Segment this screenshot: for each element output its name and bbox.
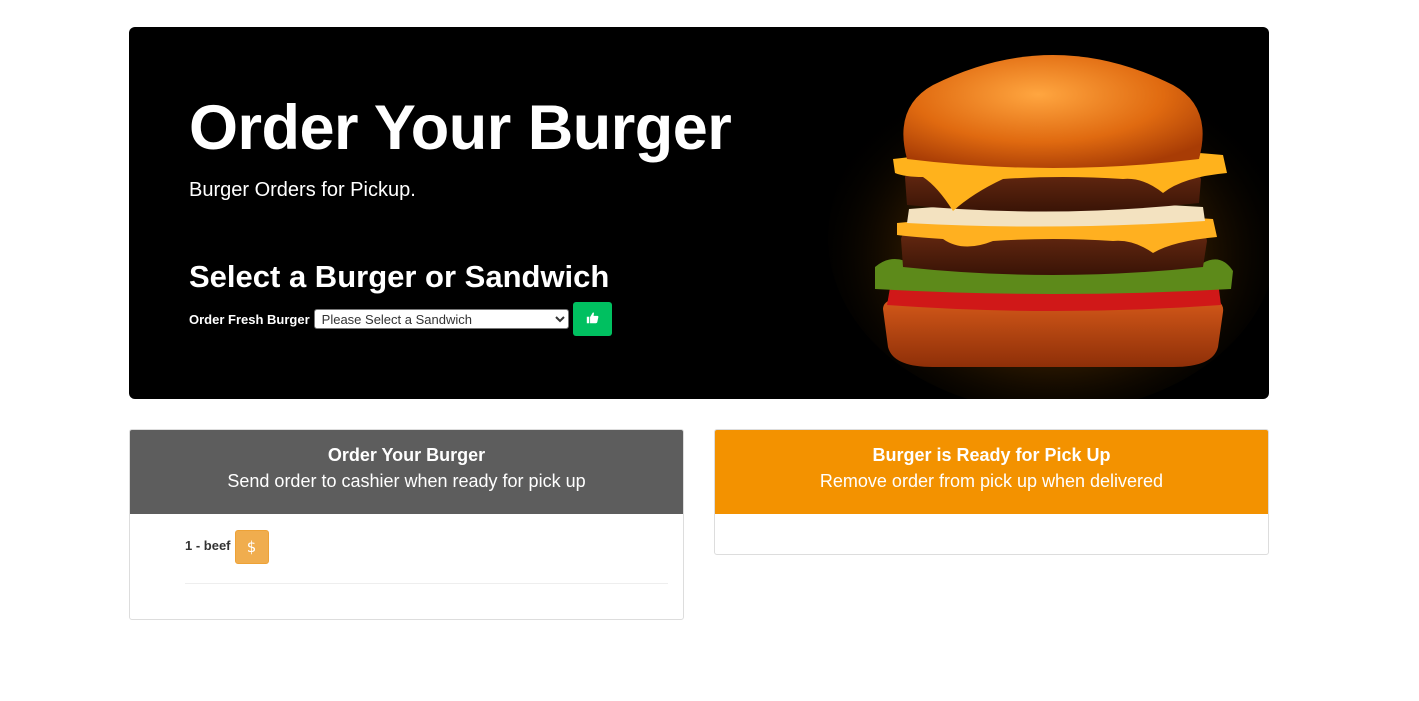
submit-order-button[interactable] <box>572 302 612 336</box>
burger-image <box>813 27 1269 399</box>
order-fresh-burger-label: Order Fresh Burger <box>189 311 310 327</box>
pay-order-button[interactable]: $ <box>234 530 269 564</box>
order-queue-description: Send order to cashier when ready for pic… <box>227 471 586 491</box>
ready-for-pickup-title: Burger is Ready for Pick Up <box>872 445 1111 465</box>
order-queue-title: Order Your Burger <box>327 445 486 465</box>
order-queue-panel: Order Your Burger Send order to cashier … <box>129 429 684 620</box>
thumbs-up-icon <box>586 311 599 327</box>
hero-jumbotron: Order Your Burger Burger Orders for Pick… <box>129 27 1269 399</box>
sandwich-select[interactable]: Please Select a Sandwich <box>313 309 569 329</box>
order-queue-header: Order Your Burger Send order to cashier … <box>130 430 683 514</box>
select-heading: Select a Burger or Sandwich <box>189 259 610 294</box>
ready-for-pickup-description: Remove order from pick up when delivered <box>819 471 1164 491</box>
list-item: 1 - beef $ <box>185 530 668 584</box>
dollar-icon: $ <box>246 538 257 556</box>
order-form: Order Fresh Burger Please Select a Sandw… <box>189 302 612 336</box>
page-title: Order Your Burger <box>189 93 732 163</box>
order-item-label: 1 - beef <box>185 538 231 553</box>
ready-for-pickup-header: Burger is Ready for Pick Up Remove order… <box>715 430 1268 514</box>
page-subtitle: Burger Orders for Pickup. <box>189 179 416 201</box>
ready-for-pickup-panel: Burger is Ready for Pick Up Remove order… <box>714 429 1269 555</box>
